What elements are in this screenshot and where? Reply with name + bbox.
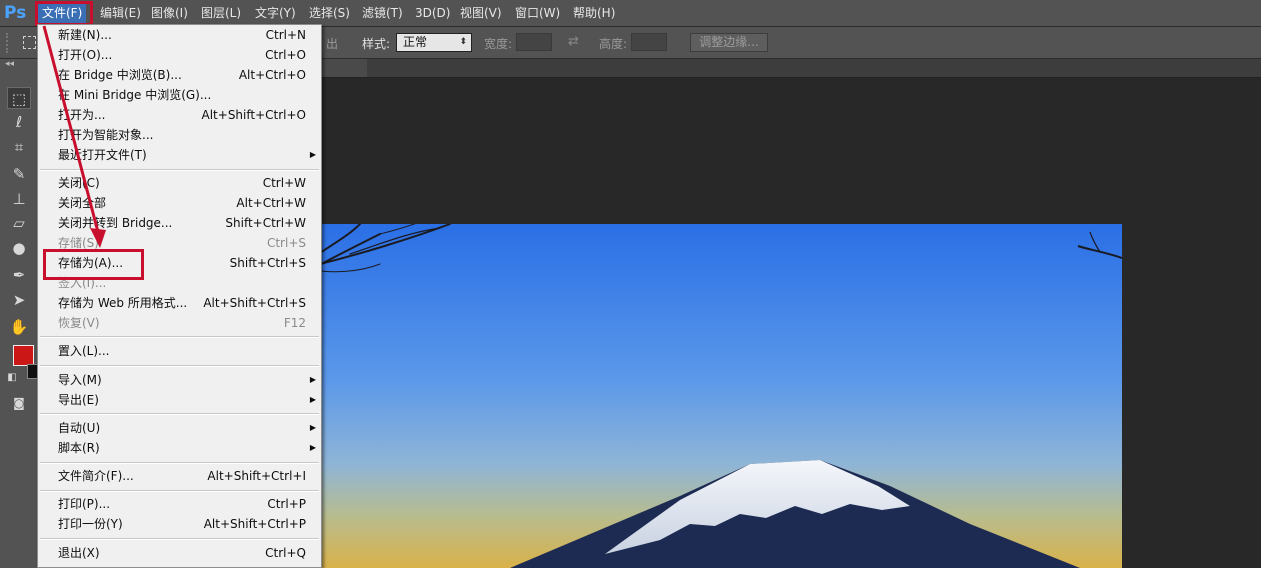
menu-item-open[interactable]: 打开(O)... Ctrl+O: [58, 45, 306, 65]
menu-filter[interactable]: 滤镜(T): [358, 3, 407, 23]
menu-item-file-info[interactable]: 文件简介(F)... Alt+Shift+Ctrl+I: [58, 466, 306, 486]
menu-bar: Ps 文件(F) 编辑(E) 图像(I) 图层(L) 文字(Y) 选择(S) 滤…: [0, 0, 1261, 27]
rectangular-marquee-icon[interactable]: ⬚: [7, 87, 31, 109]
menu-item-open-as[interactable]: 打开为... Alt+Shift+Ctrl+O: [58, 105, 306, 125]
menu-separator: [40, 538, 319, 540]
menu-item-new[interactable]: 新建(N)... Ctrl+N: [58, 25, 306, 45]
menu-item-export[interactable]: 导出(E) ▶: [58, 390, 316, 410]
style-select-value: 正常: [403, 35, 428, 49]
marquee-preset-icon[interactable]: [23, 36, 36, 49]
menu-item-browse-in-mini-bridge[interactable]: 在 Mini Bridge 中浏览(G)...: [58, 85, 306, 105]
menu-item-revert[interactable]: 恢复(V) F12: [58, 313, 306, 333]
options-grip[interactable]: [6, 33, 11, 53]
tools-panel: ◂◂ ⬚ ℓ ⌗ ✎ ⊥ ▱ ● ✒ ➤ ✋ ◧ ◙: [0, 59, 39, 568]
height-field[interactable]: [631, 33, 667, 51]
foreground-color-swatch[interactable]: [13, 345, 34, 366]
height-label: 高度:: [599, 37, 628, 51]
default-colors-icon[interactable]: ◧: [5, 367, 19, 389]
width-label: 宽度:: [484, 37, 513, 51]
path-selection-icon[interactable]: ➤: [7, 289, 31, 311]
collapse-icon[interactable]: ◂◂: [5, 59, 14, 69]
menu-item-exit[interactable]: 退出(X) Ctrl+Q: [58, 543, 306, 563]
photoshop-logo: Ps: [4, 3, 27, 23]
swap-icon[interactable]: ⇄: [568, 34, 579, 49]
blur-icon[interactable]: ●: [7, 237, 31, 259]
menu-view[interactable]: 视图(V): [456, 3, 506, 23]
menu-item-open-as-smart-object[interactable]: 打开为智能对象...: [58, 125, 306, 145]
menu-item-scripts[interactable]: 脚本(R) ▶: [58, 438, 316, 458]
clone-stamp-icon[interactable]: ⊥: [7, 188, 31, 210]
width-field[interactable]: [516, 33, 552, 51]
menu-separator: [40, 336, 319, 338]
menu-layer[interactable]: 图层(L): [197, 3, 245, 23]
mount-fuji-photo: [210, 224, 1122, 568]
eraser-icon[interactable]: ▱: [7, 212, 31, 234]
menu-type[interactable]: 文字(Y): [251, 3, 300, 23]
save-as-annotation-box: [43, 249, 144, 280]
menu-separator: [40, 413, 319, 415]
menu-help[interactable]: 帮助(H): [569, 3, 619, 23]
menu-item-place[interactable]: 置入(L)...: [58, 341, 306, 361]
menu-separator: [40, 365, 319, 367]
refine-edge-button[interactable]: 调整边缘...: [690, 33, 768, 52]
menu-item-close-and-go-to-bridge[interactable]: 关闭并转到 Bridge... Shift+Ctrl+W: [58, 213, 306, 233]
submenu-arrow-icon: ▶: [309, 395, 316, 404]
menu-separator: [40, 490, 319, 492]
hand-icon[interactable]: ✋: [7, 316, 31, 338]
menu-3d[interactable]: 3D(D): [411, 3, 454, 23]
menu-item-open-recent[interactable]: 最近打开文件(T) ▶: [58, 145, 316, 165]
menu-item-import[interactable]: 导入(M) ▶: [58, 370, 316, 390]
quick-mask-icon[interactable]: ◙: [7, 392, 31, 414]
spot-healing-brush-icon[interactable]: ✎: [7, 163, 31, 185]
menu-item-print-one-copy[interactable]: 打印一份(Y) Alt+Shift+Ctrl+P: [58, 514, 306, 534]
menu-item-browse-in-bridge[interactable]: 在 Bridge 中浏览(B)... Alt+Ctrl+O: [58, 65, 306, 85]
document-tab[interactable]: [322, 59, 367, 77]
menu-edit[interactable]: 编辑(E): [96, 3, 145, 23]
pen-icon[interactable]: ✒: [7, 264, 31, 286]
lasso-icon[interactable]: ℓ: [7, 111, 31, 133]
menu-separator: [40, 169, 319, 171]
submenu-arrow-icon: ▶: [309, 423, 316, 432]
select-arrows-icon: ⬍: [459, 37, 467, 47]
menu-item-close[interactable]: 关闭(C) Ctrl+W: [58, 173, 306, 193]
menu-item-print[interactable]: 打印(P)... Ctrl+P: [58, 494, 306, 514]
submenu-arrow-icon: ▶: [309, 443, 316, 452]
menu-window[interactable]: 窗口(W): [511, 3, 564, 23]
submenu-arrow-icon: ▶: [309, 375, 316, 384]
submenu-arrow-icon: ▶: [309, 150, 316, 159]
style-select[interactable]: 正常 ⬍: [396, 33, 472, 52]
menu-item-automate[interactable]: 自动(U) ▶: [58, 418, 316, 438]
menu-item-save-for-web[interactable]: 存储为 Web 所用格式... Alt+Shift+Ctrl+S: [58, 293, 306, 313]
anti-alias-label: 出: [326, 37, 339, 51]
crop-icon[interactable]: ⌗: [7, 136, 31, 158]
document-canvas-image[interactable]: [210, 224, 1122, 568]
file-dropdown-menu: 新建(N)... Ctrl+N 打开(O)... Ctrl+O 在 Bridge…: [37, 24, 322, 568]
menu-item-close-all[interactable]: 关闭全部 Alt+Ctrl+W: [58, 193, 306, 213]
style-label: 样式:: [362, 37, 391, 51]
menu-separator: [40, 462, 319, 464]
menu-image[interactable]: 图像(I): [147, 3, 192, 23]
file-menu-annotation-box: [35, 1, 93, 26]
menu-select[interactable]: 选择(S): [305, 3, 354, 23]
